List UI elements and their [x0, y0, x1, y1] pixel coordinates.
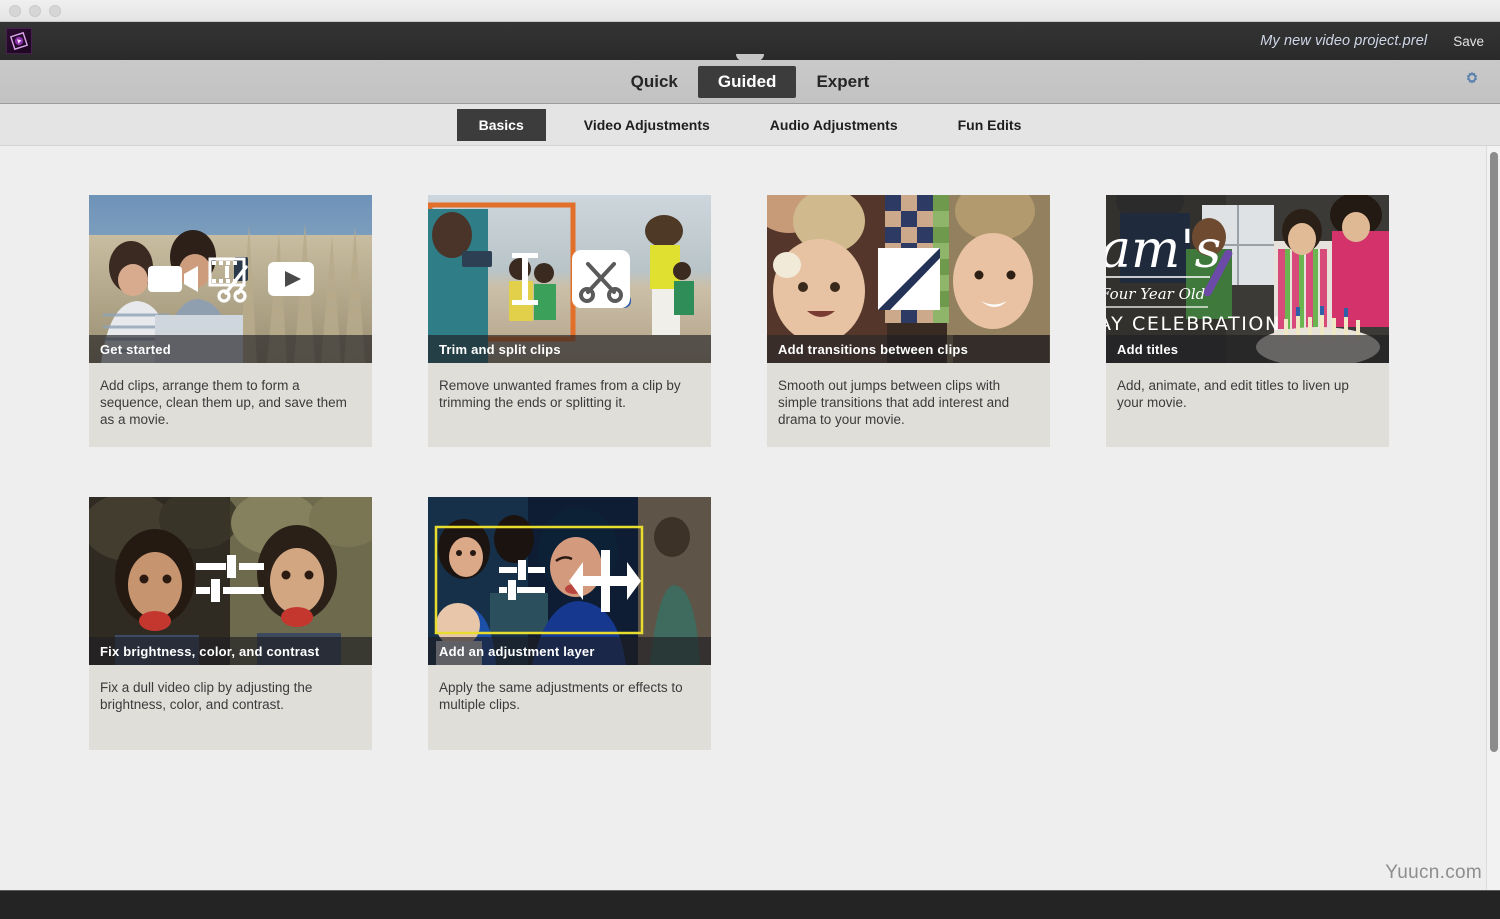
- bottom-status-bar: [0, 890, 1500, 919]
- tab-guided[interactable]: Guided: [697, 65, 797, 98]
- card-caption: Fix brightness, color, and contrast: [89, 637, 372, 665]
- card-description: Fix a dull video clip by adjusting the b…: [89, 665, 372, 750]
- sub-tab-bar: Basics Video Adjustments Audio Adjustmen…: [0, 104, 1500, 146]
- card-thumbnail: Add transitions between clips: [767, 195, 1050, 363]
- watermark: Yuucn.com: [1385, 862, 1482, 883]
- project-title: My new video project.prel: [1260, 33, 1428, 49]
- card-description: Add clips, arrange them to form a sequen…: [89, 363, 372, 447]
- subtab-basics[interactable]: Basics: [456, 108, 546, 141]
- card-trim-and-split-clips[interactable]: Trim and split clips Remove unwanted fra…: [428, 195, 711, 447]
- zoom-button[interactable]: [49, 4, 61, 17]
- card-add-transitions-between-clips[interactable]: Add transitions between clips Smooth out…: [767, 195, 1050, 447]
- card-fix-brightness-color-contrast[interactable]: Fix brightness, color, and contrast Fix …: [89, 497, 372, 750]
- subtab-video-adjustments[interactable]: Video Adjustments: [562, 109, 732, 141]
- save-button[interactable]: Save: [1453, 34, 1484, 49]
- card-thumbnail: Trim and split clips: [428, 195, 711, 363]
- card-caption: Add titles: [1106, 335, 1389, 363]
- card-thumbnail: Fix brightness, color, and contrast: [89, 497, 372, 665]
- subtab-fun-edits[interactable]: Fun Edits: [936, 109, 1044, 141]
- card-description: Add, animate, and edit titles to liven u…: [1106, 363, 1389, 447]
- svg-text:am's: am's: [1106, 220, 1221, 280]
- tab-quick[interactable]: Quick: [611, 66, 698, 98]
- premiere-elements-logo-icon: [6, 28, 32, 54]
- close-button[interactable]: [9, 4, 21, 17]
- card-thumbnail: Get started: [89, 195, 372, 363]
- mac-window-chrome: [0, 0, 1500, 22]
- card-description: Apply the same adjustments or effects to…: [428, 665, 711, 750]
- card-description: Smooth out jumps between clips with simp…: [767, 363, 1050, 447]
- card-caption: Get started: [89, 335, 372, 363]
- card-thumbnail: am's Four Year Old AY CELEBRATION Add ti…: [1106, 195, 1389, 363]
- app-title-bar: My new video project.prel Save: [0, 22, 1500, 61]
- guided-edit-card-grid: Get started Add clips, arrange them to f…: [0, 146, 1500, 750]
- card-add-an-adjustment-layer[interactable]: Add an adjustment layer Apply the same a…: [428, 497, 711, 750]
- svg-text:AY CELEBRATION: AY CELEBRATION: [1106, 313, 1281, 335]
- card-get-started[interactable]: Get started Add clips, arrange them to f…: [89, 195, 372, 447]
- tab-expert[interactable]: Expert: [796, 66, 889, 98]
- card-thumbnail: Add an adjustment layer: [428, 497, 711, 665]
- minimize-button[interactable]: [29, 4, 41, 17]
- card-description: Remove unwanted frames from a clip by tr…: [428, 363, 711, 447]
- card-caption: Add transitions between clips: [767, 335, 1050, 363]
- subtab-audio-adjustments[interactable]: Audio Adjustments: [748, 109, 920, 141]
- card-caption: Add an adjustment layer: [428, 637, 711, 665]
- guided-edits-content: Get started Add clips, arrange them to f…: [0, 146, 1500, 890]
- scrollbar-thumb[interactable]: [1490, 152, 1498, 752]
- card-caption: Trim and split clips: [428, 335, 711, 363]
- card-add-titles[interactable]: am's Four Year Old AY CELEBRATION Add ti…: [1106, 195, 1389, 447]
- gear-icon[interactable]: [1462, 69, 1482, 94]
- mode-tab-bar: Quick Guided Expert: [0, 60, 1500, 104]
- svg-text:Four Year Old: Four Year Old: [1106, 285, 1205, 303]
- vertical-scrollbar[interactable]: [1486, 146, 1500, 890]
